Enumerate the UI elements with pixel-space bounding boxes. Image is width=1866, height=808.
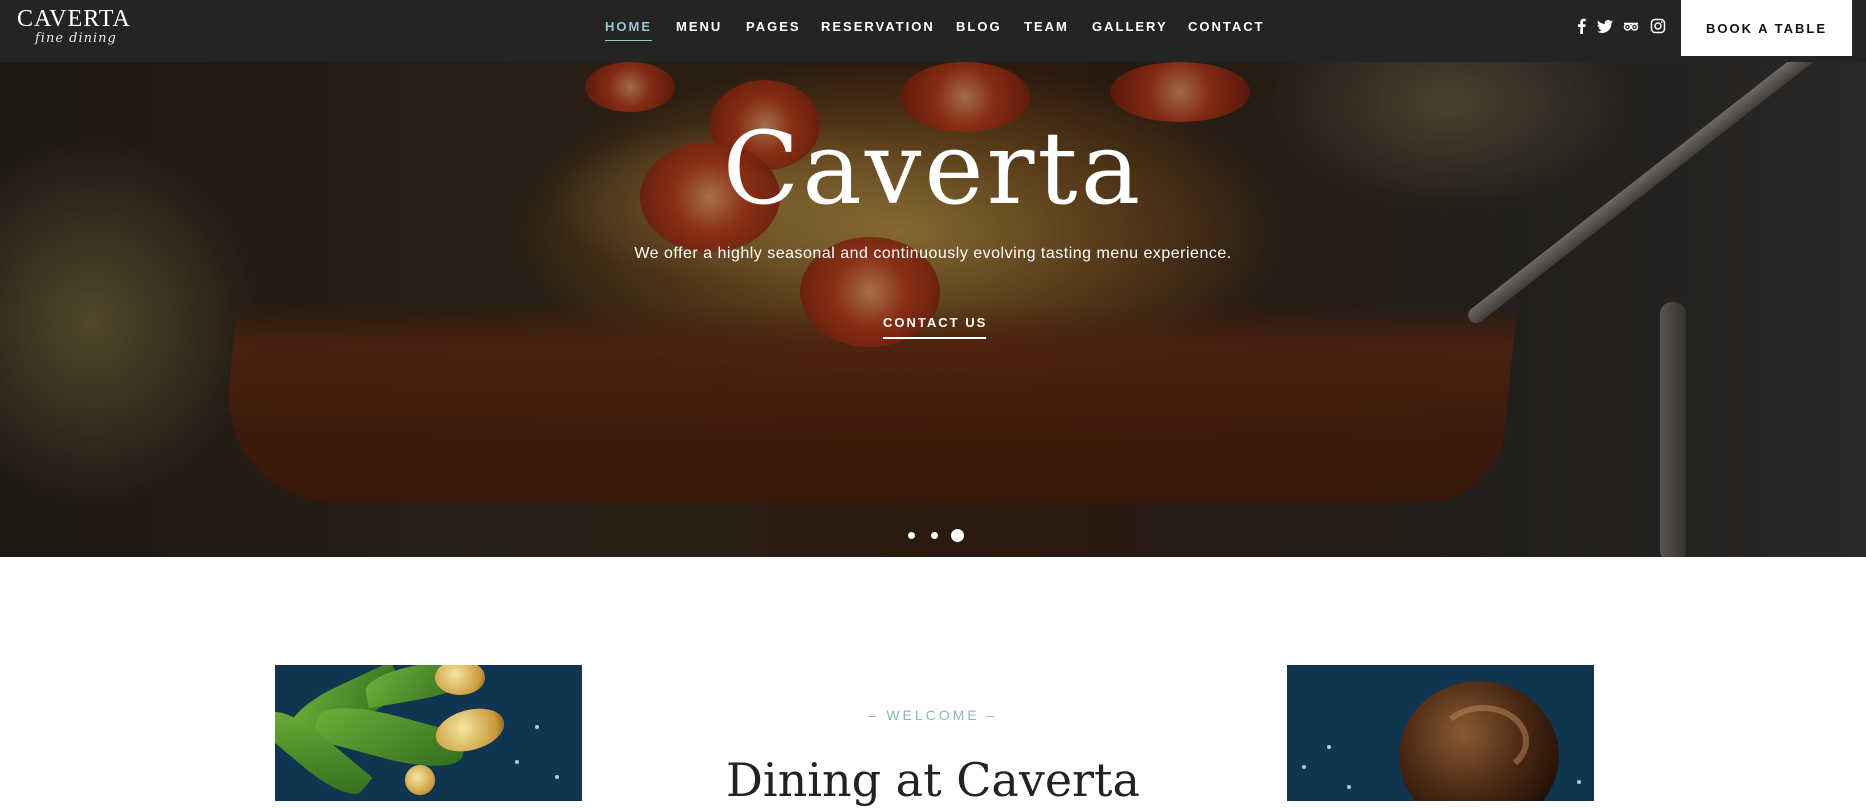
welcome-image-right (1287, 665, 1594, 801)
nav-active-indicator (605, 40, 652, 41)
nav-item-gallery[interactable]: GALLERY (1092, 19, 1168, 34)
nav-item-team[interactable]: TEAM (1024, 19, 1069, 34)
slider-pagination (0, 528, 1866, 542)
nav-item-pages[interactable]: PAGES (746, 19, 801, 34)
nav-item-home[interactable]: HOME (605, 19, 652, 34)
nav-item-menu[interactable]: MENU (676, 19, 722, 34)
slider-dot-1[interactable] (908, 532, 915, 539)
slider-dot-3-active[interactable] (951, 529, 964, 542)
tripadvisor-icon[interactable] (1623, 18, 1639, 34)
site-header: CAVERTA fine dining HOME MENU PAGES RESE… (0, 0, 1866, 62)
logo[interactable]: CAVERTA fine dining (17, 6, 131, 46)
logo-tagline: fine dining (35, 31, 117, 46)
twitter-icon[interactable] (1597, 18, 1613, 34)
nav-item-reservation[interactable]: RESERVATION (821, 19, 935, 34)
facebook-icon[interactable] (1574, 18, 1590, 34)
book-table-button[interactable]: BOOK A TABLE (1681, 0, 1852, 56)
logo-name: CAVERTA (17, 6, 131, 32)
slider-dot-2[interactable] (931, 532, 938, 539)
instagram-icon[interactable] (1650, 18, 1666, 34)
nav-item-blog[interactable]: BLOG (956, 19, 1002, 34)
contact-us-underline (883, 337, 986, 339)
hero-subtitle: We offer a highly seasonal and continuou… (634, 245, 1232, 262)
contact-us-button[interactable]: CONTACT US (883, 315, 987, 330)
nav-item-contact[interactable]: CONTACT (1188, 19, 1265, 34)
hero-slider: Caverta We offer a highly seasonal and c… (0, 62, 1866, 557)
hero-title: Caverta (722, 110, 1144, 227)
